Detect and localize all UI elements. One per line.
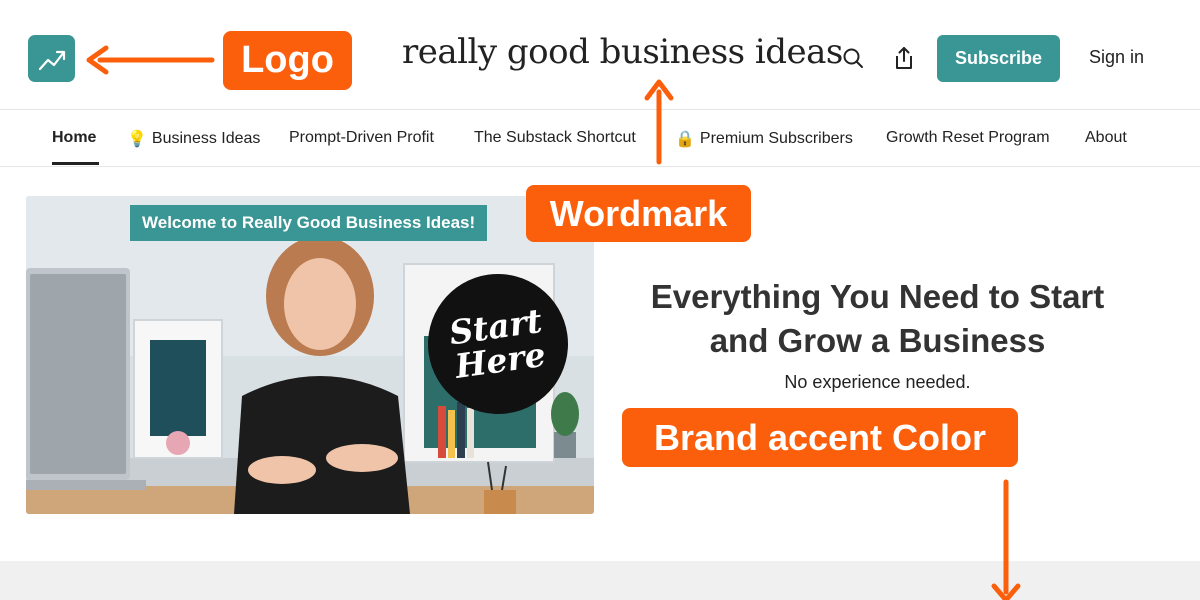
arrow-to-logo xyxy=(86,45,215,75)
annotation-wordmark-label: Wordmark xyxy=(526,185,751,242)
annotation-logo-label: Logo xyxy=(223,31,352,90)
arrow-to-brand-accent xyxy=(991,479,1021,600)
annotation-brand-accent-label: Brand accent Color xyxy=(622,408,1018,467)
annotation-arrows xyxy=(86,45,1021,600)
arrow-to-wordmark xyxy=(644,79,674,165)
